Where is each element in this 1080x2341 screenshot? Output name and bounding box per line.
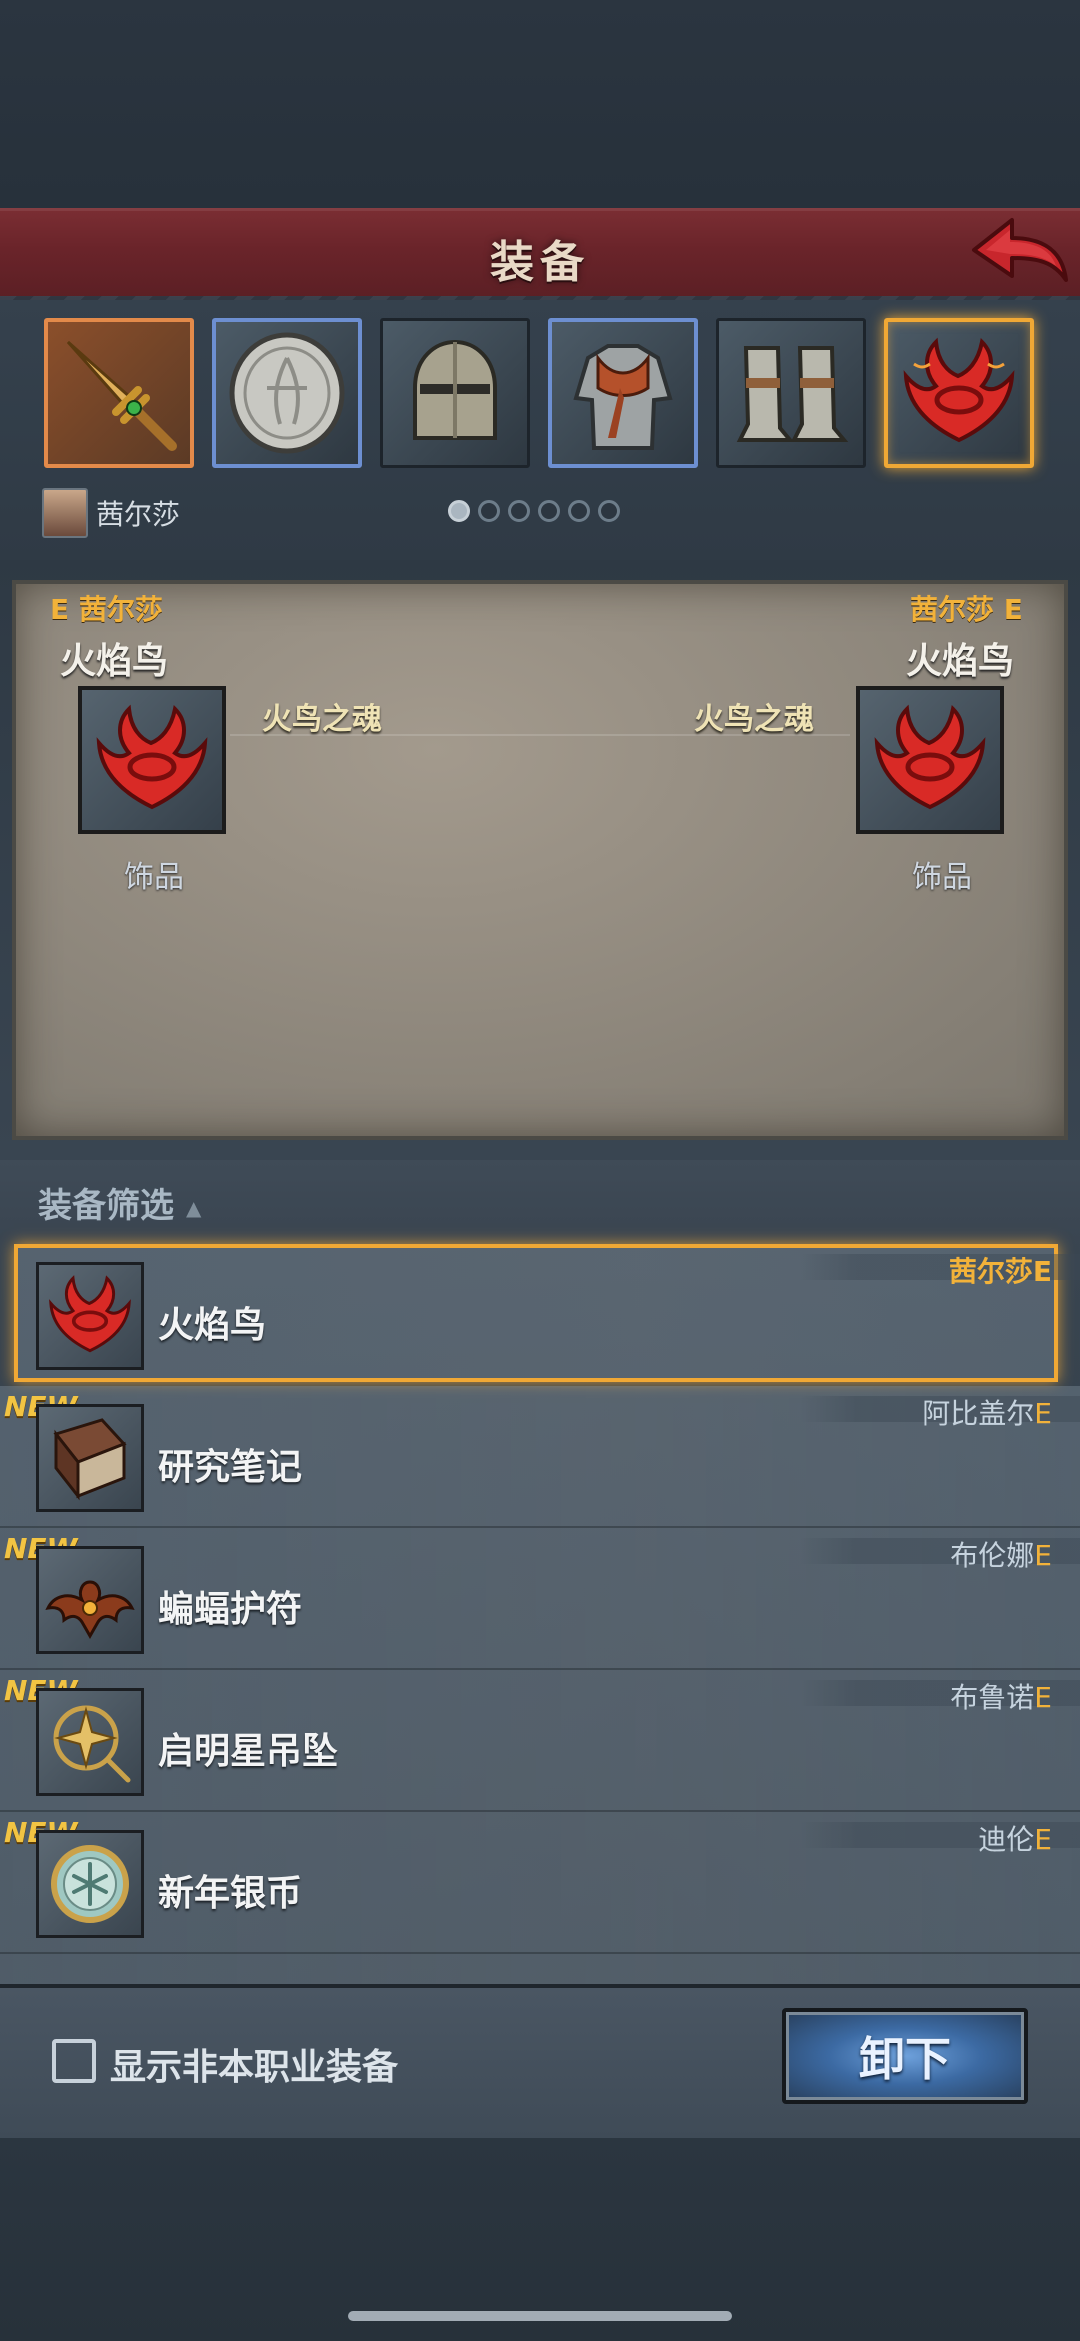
left-owner-label: E 茜尔莎 <box>50 593 163 626</box>
filter-arrow-icon[interactable]: ▲ <box>186 1196 201 1220</box>
bat-icon <box>45 1580 135 1640</box>
right-set-name: 火鸟之魂 <box>694 702 814 737</box>
slot-weapon[interactable] <box>44 318 194 468</box>
boots-icon <box>736 346 849 442</box>
character-tag[interactable]: 茜尔莎 <box>42 488 180 538</box>
character-avatar <box>42 488 88 538</box>
page-dot-5[interactable] <box>568 500 590 522</box>
list-item-name: 蝙蝠护符 <box>158 1589 303 1630</box>
phoenix-icon <box>874 704 986 810</box>
compass-star-icon <box>53 1705 131 1783</box>
list-item-icon-frame <box>36 1830 144 1938</box>
slot-armor[interactable] <box>548 318 698 468</box>
slot-shield[interactable] <box>212 318 362 468</box>
phoenix-icon <box>49 1275 131 1353</box>
slot-accessory[interactable] <box>884 318 1034 468</box>
slot-boots[interactable] <box>716 318 866 468</box>
page-dot-2[interactable] <box>478 500 500 522</box>
page-dot-6[interactable] <box>598 500 620 522</box>
home-indicator[interactable] <box>348 2311 732 2321</box>
helmet-icon <box>413 339 497 440</box>
slot-helmet[interactable] <box>380 318 530 468</box>
left-set-name: 火鸟之魂 <box>262 702 382 737</box>
list-item-name: 新年银币 <box>158 1873 303 1914</box>
coin-icon <box>51 1845 129 1923</box>
list-item-owner: 阿比盖尔E <box>922 1397 1052 1430</box>
unequip-button[interactable]: 卸下 <box>782 2008 1028 2104</box>
sword-icon <box>66 340 177 451</box>
page-dot-4[interactable] <box>538 500 560 522</box>
show-other-class-checkbox[interactable] <box>52 2039 96 2083</box>
left-item-type: 饰品 <box>124 860 184 895</box>
armor-icon <box>573 344 673 450</box>
character-name: 茜尔莎 <box>96 498 181 531</box>
right-owner-label: 茜尔莎 E <box>910 593 1023 626</box>
list-item-icon-frame <box>36 1546 144 1654</box>
list-item-owner: 布鲁诺E <box>950 1681 1052 1714</box>
right-item-type: 饰品 <box>912 860 972 895</box>
book-icon <box>53 1418 127 1501</box>
list-item-owner: 迪伦E <box>978 1823 1052 1856</box>
header-banner: 装备 <box>0 208 1080 310</box>
left-item-name: 火焰鸟 <box>60 641 169 682</box>
list-item[interactable] <box>0 1954 1080 1986</box>
filter-label[interactable]: 装备筛选 <box>38 1178 174 1227</box>
phoenix-icon <box>96 704 208 810</box>
page-dot-3[interactable] <box>508 500 530 522</box>
page-title: 装备 <box>490 237 590 288</box>
back-button[interactable] <box>966 210 1070 294</box>
list-item-icon-frame <box>36 1688 144 1796</box>
list-item-name: 启明星吊坠 <box>158 1731 339 1772</box>
unequip-button-label: 卸下 <box>859 2032 951 2086</box>
show-other-class-label[interactable]: 显示非本职业装备 <box>110 2038 398 2090</box>
list-item-owner: 布伦娜E <box>950 1539 1052 1572</box>
left-item-icon-frame <box>78 686 226 834</box>
right-item-icon-frame <box>856 686 1004 834</box>
list-item-icon-frame <box>36 1262 144 1370</box>
list-item-icon-frame <box>36 1404 144 1512</box>
page-dot-1[interactable] <box>448 500 470 522</box>
list-item-name: 研究笔记 <box>158 1447 303 1488</box>
right-item-name: 火焰鸟 <box>906 641 1015 682</box>
list-item-owner: 茜尔莎E <box>948 1255 1052 1288</box>
shield-icon <box>229 332 345 454</box>
back-arrow-icon <box>972 218 1068 282</box>
list-item-name: 火焰鸟 <box>158 1305 267 1346</box>
page-indicator <box>448 500 620 522</box>
phoenix-icon <box>903 337 1015 443</box>
